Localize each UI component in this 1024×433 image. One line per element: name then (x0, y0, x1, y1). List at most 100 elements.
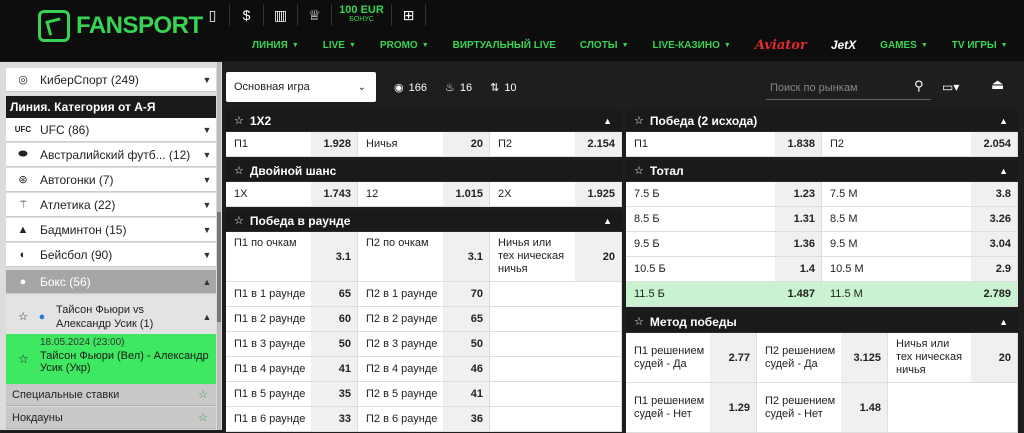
layout-columns-icon[interactable]: ▭▾ (942, 80, 959, 94)
market-header[interactable]: ☆ 1X2 ▲ (226, 110, 622, 132)
odds-cell[interactable]: П2 решением судей - Да 3.125 (757, 333, 888, 382)
gift-icon[interactable]: ⊞ (392, 4, 426, 26)
star-icon[interactable]: ☆ (234, 114, 244, 127)
counter-moves[interactable]: ⇅ 10 (490, 81, 516, 94)
odds-cell[interactable]: 8.5 М 3.26 (822, 207, 1018, 231)
sidebar-item-badminton[interactable]: ▲ Бадминтон (15) ▼ (6, 218, 216, 242)
star-icon[interactable]: ☆ (634, 114, 644, 127)
nav-virtual-live[interactable]: ВИРТУАЛЬНЫЙ LIVE (441, 40, 568, 51)
market-search-input[interactable]: Поиск по рынкам (766, 76, 931, 100)
odds-cell[interactable]: 1X 1.743 (226, 182, 358, 206)
sidebar-league-fury-usyk[interactable]: ☆ ● Тайсон Фьюри vs Александр Усик (1) ▲ (6, 295, 216, 339)
odds-cell[interactable]: Ничья 20 (358, 132, 490, 156)
odds-cell[interactable]: П2 в 1 раунде 70 (358, 282, 490, 306)
nav-jetx[interactable]: JetX (819, 38, 868, 52)
odds-cell[interactable]: П2 в 3 раунде 50 (358, 332, 490, 356)
odds-cell[interactable]: П2 в 5 раунде 41 (358, 382, 490, 406)
nav-live[interactable]: LIVE ▼ (311, 40, 368, 51)
odds-cell[interactable]: П2 в 6 раунде 36 (358, 407, 490, 431)
odds-cell[interactable]: П2 2.154 (490, 132, 622, 156)
odds-cell[interactable]: 12 1.015 (358, 182, 490, 206)
scrollbar-thumb[interactable] (217, 212, 221, 322)
star-icon[interactable]: ☆ (634, 164, 644, 177)
star-icon[interactable]: ☆ (634, 315, 644, 328)
star-icon[interactable]: ☆ (12, 308, 34, 326)
odds-cell[interactable]: П2 решением судей - Нет 1.48 (757, 383, 888, 432)
odds-cell[interactable]: Ничья или тех ническая ничья 20 (888, 333, 1018, 382)
market-win-2way: ☆ Победа (2 исхода) ▲ П1 1.838 П2 2.054 (626, 110, 1018, 157)
odds-cell[interactable]: П2 по очкам 3.1 (358, 232, 490, 281)
odds-cell[interactable]: П1 1.838 (626, 132, 822, 156)
fansport-logo[interactable]: FANSPORT (38, 10, 203, 42)
chevron-up-icon[interactable]: ▲ (603, 216, 612, 226)
chevron-up-icon[interactable]: ▲ (999, 317, 1008, 327)
nav-promo[interactable]: PROMO ▼ (368, 40, 441, 51)
sidebar-knockdowns[interactable]: Нокдауны ☆ (6, 407, 216, 429)
sidebar-item-athletics[interactable]: ⚚ Атлетика (22) ▼ (6, 193, 216, 217)
star-icon[interactable]: ☆ (198, 411, 208, 424)
star-icon[interactable]: ☆ (234, 214, 244, 227)
star-icon[interactable]: ☆ (18, 352, 29, 366)
sidebar-item-boxing[interactable]: ● Бокс (56) ▲ (6, 270, 216, 294)
odds-cell[interactable]: 9.5 М 3.04 (822, 232, 1018, 256)
odds-cell[interactable]: П1 решением судей - Нет 1.29 (626, 383, 757, 432)
nav-live-casino[interactable]: LIVE-КАЗИНО ▼ (641, 40, 743, 51)
market-header[interactable]: ☆ Победа в раунде ▲ (226, 210, 622, 232)
game-type-select[interactable]: Основная игра ⌄ (226, 72, 376, 102)
sidebar-item-aussie-football[interactable]: ⬬ Австралийский футб... (12) ▼ (6, 143, 216, 167)
odds-cell[interactable]: 7.5 М 3.8 (822, 182, 1018, 206)
odds-cell[interactable]: П1 по очкам 3.1 (226, 232, 358, 281)
chevron-up-icon[interactable]: ▲ (603, 116, 612, 126)
odds-cell[interactable]: П1 в 4 раунде 41 (226, 357, 358, 381)
odds-cell[interactable]: П1 в 3 раунде 50 (226, 332, 358, 356)
odds-cell[interactable]: П2 в 4 раунде 46 (358, 357, 490, 381)
odds-cell[interactable]: П1 1.928 (226, 132, 358, 156)
search-icon[interactable]: ⚲ (914, 78, 924, 94)
trophy-icon[interactable]: ♕ (298, 4, 332, 26)
odds-cell[interactable]: П1 в 6 раунде 33 (226, 407, 358, 431)
counter-all[interactable]: ◉ 166 (394, 81, 427, 94)
odds-cell[interactable]: 7.5 Б 1.23 (626, 182, 822, 206)
chevron-up-icon[interactable]: ▲ (999, 116, 1008, 126)
market-header[interactable]: ☆ Победа (2 исхода) ▲ (626, 110, 1018, 132)
odds-cell[interactable]: П2 в 2 раунде 65 (358, 307, 490, 331)
mobile-icon[interactable]: ▯ (196, 4, 230, 26)
star-icon[interactable]: ☆ (234, 164, 244, 177)
odds-cell[interactable]: П1 в 5 раунде 35 (226, 382, 358, 406)
odds-cell[interactable]: П2 2.054 (822, 132, 1018, 156)
sidebar-item-autoracing[interactable]: ⊛ Автогонки (7) ▼ (6, 168, 216, 192)
dollar-icon[interactable]: $ (230, 4, 264, 26)
stats-icon[interactable]: ▥ (264, 4, 298, 26)
odds-cell[interactable]: П1 в 1 раунде 65 (226, 282, 358, 306)
star-icon[interactable]: ☆ (198, 388, 208, 401)
counter-hot[interactable]: ♨ 16 (445, 81, 472, 94)
sidebar-item-ufc[interactable]: UFC UFC (86) ▼ (6, 118, 216, 142)
collapse-all-icon[interactable]: ⏏ (991, 76, 1004, 93)
market-header[interactable]: ☆ Метод победы ▲ (626, 311, 1018, 333)
odds-cell-selected[interactable]: 11.5 Б 1.487 (626, 282, 822, 306)
odds-cell[interactable]: 8.5 Б 1.31 (626, 207, 822, 231)
odds-cell[interactable]: П1 решением судей - Да 2.77 (626, 333, 757, 382)
odds-cell[interactable]: Ничья или тех ническая ничья 20 (490, 232, 622, 281)
bonus-button[interactable]: 100 EUR БОНУС (332, 4, 392, 26)
sidebar-item-cybersport[interactable]: ◎ КиберСпорт (249) ▼ (6, 68, 216, 92)
sidebar-item-baseball[interactable]: ◐ Бейсбол (90) ▼ (6, 243, 216, 267)
nav-line[interactable]: ЛИНИЯ ▼ (240, 40, 311, 51)
odds-cell[interactable]: 9.5 Б 1.36 (626, 232, 822, 256)
odds-cell[interactable]: 10.5 Б 1.4 (626, 257, 822, 281)
odds-cell[interactable]: П1 в 2 раунде 60 (226, 307, 358, 331)
nav-aviator[interactable]: Aviator (743, 38, 819, 53)
nav-tv-games[interactable]: TV ИГРЫ ▼ (940, 40, 1020, 51)
odds-cell[interactable]: 2X 1.925 (490, 182, 622, 206)
sidebar-special-bets[interactable]: Специальные ставки ☆ (6, 384, 216, 406)
nav-games[interactable]: GAMES ▼ (868, 40, 940, 51)
sidebar-event-active[interactable]: ☆ 18.05.2024 (23:00) Тайсон Фьюри (Вел) … (6, 334, 216, 384)
market-header[interactable]: ☆ Двойной шанс (226, 160, 622, 182)
sidebar-scrollbar[interactable] (217, 62, 221, 430)
chevron-up-icon[interactable]: ▲ (999, 166, 1008, 176)
odds-cell[interactable]: 10.5 М 2.9 (822, 257, 1018, 281)
nav-slots[interactable]: СЛОТЫ ▼ (568, 40, 641, 51)
odds-cell-selected[interactable]: 11.5 М 2.789 (822, 282, 1018, 306)
market-header[interactable]: ☆ Тотал ▲ (626, 160, 1018, 182)
odds-value: 2.154 (575, 132, 621, 156)
